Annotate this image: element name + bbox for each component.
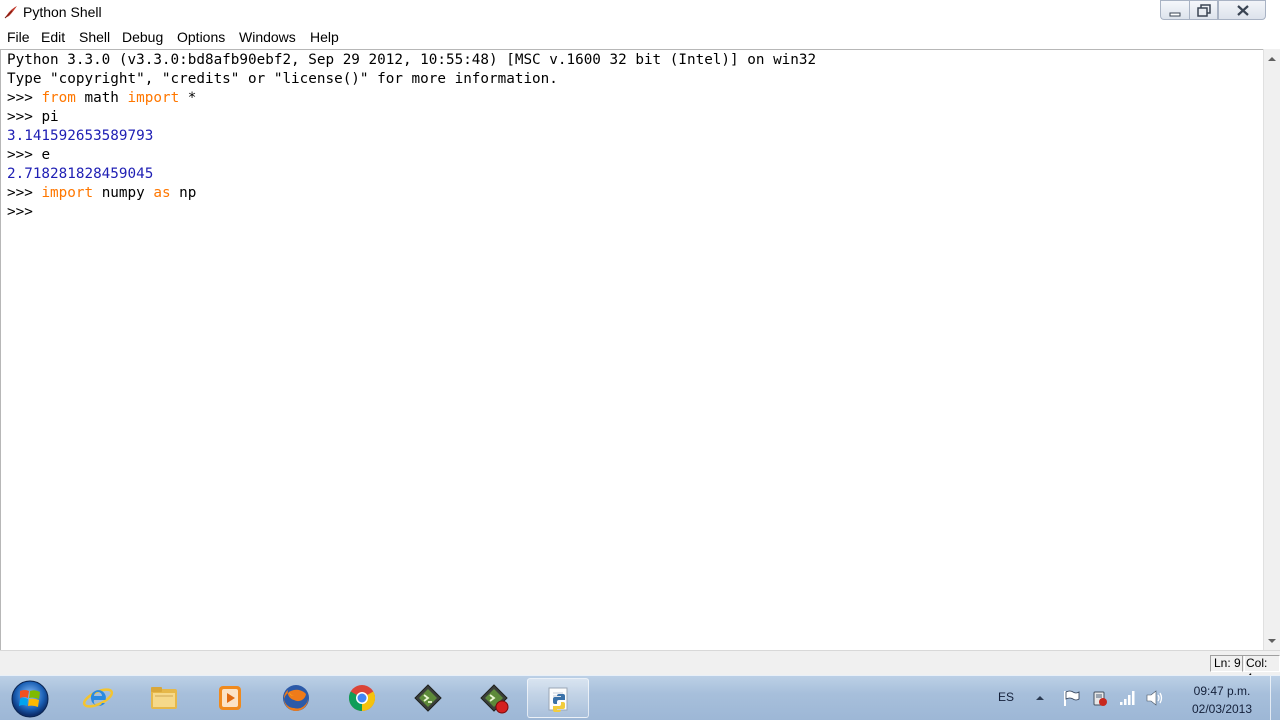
banner-line: Python 3.3.0 (v3.3.0:bd8afb90ebf2, Sep 2… — [7, 52, 817, 68]
output-line: 2.718281828459045 — [7, 166, 154, 182]
clock-time: 09:47 p.m. — [1193, 684, 1251, 698]
output-line: 3.141592653589793 — [7, 128, 154, 144]
show-hidden-icons-icon[interactable] — [1035, 694, 1045, 702]
restore-icon — [1197, 4, 1211, 17]
taskbar: ES 09:47 p.m. 02/03/2013 — [0, 675, 1280, 720]
code-text: * — [179, 90, 197, 106]
safely-remove-hardware-icon[interactable] — [1090, 689, 1108, 707]
menu-shell[interactable]: Shell — [79, 29, 110, 45]
maximize-button[interactable] — [1189, 0, 1218, 20]
chrome-icon — [348, 685, 376, 712]
menu-file[interactable]: File — [7, 29, 30, 45]
scroll-up-icon[interactable] — [1267, 55, 1277, 63]
taskbar-file-explorer[interactable] — [133, 678, 195, 718]
taskbar-terminal[interactable] — [397, 678, 459, 718]
internet-explorer-icon — [82, 688, 114, 708]
prompt: >>> — [7, 109, 42, 125]
network-signal-icon[interactable] — [1118, 689, 1136, 707]
menu-windows[interactable]: Windows — [239, 29, 296, 45]
keyword: from — [41, 90, 76, 106]
code-text: e — [41, 147, 51, 163]
code-text: math — [75, 90, 128, 106]
clock-date: 02/03/2013 — [1191, 702, 1253, 716]
system-clock[interactable]: 09:47 p.m. 02/03/2013 — [1178, 682, 1266, 718]
close-icon — [1237, 5, 1249, 16]
taskbar-chrome[interactable] — [331, 678, 393, 718]
volume-icon[interactable] — [1145, 689, 1165, 707]
prompt: >>> — [7, 204, 42, 220]
keyword: as — [153, 185, 171, 201]
prompt-line: >>> — [7, 203, 41, 222]
shell-text-area[interactable]: Python 3.3.0 (v3.3.0:bd8afb90ebf2, Sep 2… — [0, 49, 1263, 650]
terminal-icon — [414, 684, 442, 712]
file-explorer-icon — [151, 687, 177, 709]
prompt-line: >>> e — [7, 146, 50, 165]
prompt: >>> — [7, 185, 42, 201]
action-center-flag-icon[interactable] — [1062, 689, 1080, 707]
show-desktop-button[interactable] — [1270, 676, 1280, 720]
menu-bar: File Edit Shell Debug Options Windows He… — [0, 25, 1280, 49]
windows-start-icon[interactable] — [9, 678, 51, 718]
taskbar-terminal-record[interactable] — [463, 678, 525, 718]
prompt-line: >>> import numpy as np — [7, 184, 196, 203]
menu-edit[interactable]: Edit — [41, 29, 65, 45]
python-idle-icon — [548, 687, 568, 712]
code-text: pi — [41, 109, 59, 125]
taskbar-internet-explorer[interactable] — [67, 678, 129, 718]
taskbar-firefox[interactable] — [265, 678, 327, 718]
banner-line: Type "copyright", "credits" or "license(… — [7, 71, 558, 87]
terminal-record-icon — [480, 684, 509, 714]
window-title: Python Shell — [23, 4, 102, 20]
code-text: np — [170, 185, 197, 201]
code-text: numpy — [93, 185, 154, 201]
media-player-icon — [219, 686, 241, 710]
keyword: import — [41, 185, 94, 201]
vertical-scrollbar[interactable] — [1263, 49, 1280, 650]
tk-feather-icon — [4, 6, 17, 19]
keyword: import — [127, 90, 180, 106]
prompt: >>> — [7, 90, 42, 106]
prompt: >>> — [7, 147, 42, 163]
line-number: Ln: 9 — [1210, 655, 1245, 672]
prompt-line: >>> from math import * — [7, 89, 196, 108]
prompt-line: >>> pi — [7, 108, 59, 127]
menu-debug[interactable]: Debug — [122, 29, 163, 45]
firefox-icon — [283, 685, 309, 711]
column-number: Col: 4 — [1242, 655, 1280, 685]
menu-options[interactable]: Options — [177, 29, 225, 45]
title-bar: Python Shell — [0, 0, 1280, 25]
close-button[interactable] — [1218, 0, 1266, 20]
scroll-down-icon[interactable] — [1267, 637, 1277, 645]
menu-help[interactable]: Help — [310, 29, 339, 45]
taskbar-media-player[interactable] — [199, 678, 261, 718]
minimize-icon — [1169, 12, 1181, 17]
minimize-button[interactable] — [1160, 0, 1189, 20]
language-indicator[interactable]: ES — [998, 690, 1014, 704]
status-bar: Ln: 9 Col: 4 — [0, 650, 1280, 685]
taskbar-python-idle[interactable] — [527, 678, 589, 718]
